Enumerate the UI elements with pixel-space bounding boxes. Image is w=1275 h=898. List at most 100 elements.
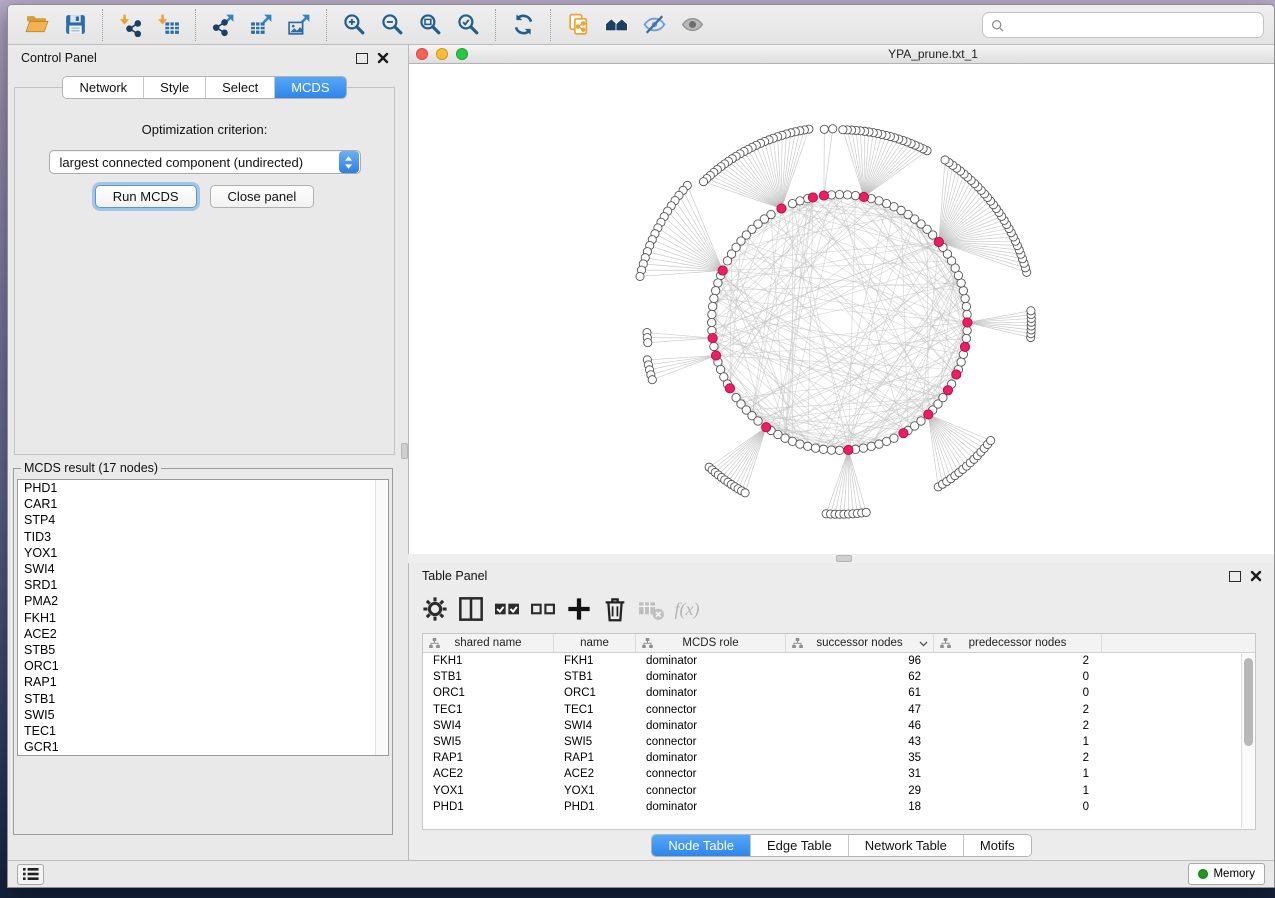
horizontal-splitter[interactable] (408, 554, 1274, 563)
column-header-shared-name[interactable]: shared name (423, 634, 554, 652)
column-header-successor-nodes[interactable]: successor nodes (786, 634, 934, 652)
close-panel-icon[interactable] (377, 52, 389, 64)
table-mode-gear-icon[interactable] (419, 594, 451, 624)
cell-shared-name: TEC1 (423, 704, 554, 716)
tab-mcds[interactable]: MCDS (274, 77, 345, 98)
close-panel-button[interactable]: Close panel (210, 185, 315, 208)
column-header-name[interactable]: name (554, 634, 636, 652)
cell-shared-name: FKH1 (423, 655, 554, 667)
table-row[interactable]: SWI5SWI5connector431 (423, 734, 1255, 750)
hide-selected-icon[interactable] (637, 9, 671, 41)
new-network-from-selection-icon[interactable] (561, 9, 595, 41)
save-session-icon[interactable] (58, 9, 92, 41)
mcds-result-item[interactable]: FKH1 (18, 610, 388, 626)
import-network-icon[interactable] (113, 9, 147, 41)
create-column-icon[interactable] (563, 594, 595, 624)
close-panel-icon[interactable] (1250, 570, 1262, 582)
table-row[interactable]: YOX1YOX1connector291 (423, 783, 1255, 799)
deselect-all-rows-icon[interactable] (527, 594, 559, 624)
window-minimize-icon[interactable] (436, 48, 448, 60)
tab-edge-table[interactable]: Edge Table (750, 835, 848, 856)
cell-shared-name: SWI4 (423, 720, 554, 732)
search-input[interactable] (982, 12, 1264, 38)
export-image-icon[interactable] (282, 9, 316, 41)
cell-shared-name: RAP1 (423, 752, 554, 764)
tab-network-table[interactable]: Network Table (848, 835, 963, 856)
table-row[interactable]: ORC1ORC1dominator610 (423, 685, 1255, 701)
run-mcds-button[interactable]: Run MCDS (95, 185, 197, 208)
cell-predecessor-nodes: 1 (934, 768, 1102, 780)
zoom-out-icon[interactable] (375, 9, 409, 41)
splitter-grip-icon[interactable] (401, 443, 408, 459)
toolbar-separator (550, 9, 551, 41)
table-row[interactable]: STB1STB1dominator620 (423, 669, 1255, 685)
toolbar-icons (18, 9, 711, 41)
cell-name: SWI5 (554, 736, 636, 748)
delete-selected-icon[interactable] (599, 594, 631, 624)
table-row[interactable]: ACE2ACE2connector311 (423, 766, 1255, 782)
float-panel-icon[interactable] (356, 53, 368, 64)
table-row[interactable]: PHD1PHD1dominator180 (423, 799, 1255, 815)
mcds-result-item[interactable]: STB1 (18, 691, 388, 707)
cell-predecessor-nodes: 0 (934, 687, 1102, 699)
control-panel: Control Panel NetworkStyleSelectMCDS Opt… (8, 45, 401, 860)
show-all-icon[interactable] (675, 9, 709, 41)
show-columns-icon[interactable] (455, 594, 487, 624)
mcds-result-item[interactable]: GCR1 (18, 739, 388, 755)
open-file-icon[interactable] (20, 9, 54, 41)
mcds-result-item[interactable]: ORC1 (18, 658, 388, 674)
mcds-result-item[interactable]: STB5 (18, 642, 388, 658)
scrollbar-thumb[interactable] (1244, 658, 1253, 746)
cell-predecessor-nodes: 2 (934, 752, 1102, 764)
select-all-rows-icon[interactable] (491, 594, 523, 624)
table-row[interactable]: TEC1TEC1connector472 (423, 702, 1255, 718)
refresh-icon[interactable] (506, 9, 540, 41)
float-panel-icon[interactable] (1229, 571, 1241, 582)
mcds-result-item[interactable]: TID3 (18, 529, 388, 545)
main-toolbar (8, 5, 1274, 45)
function-builder-icon: f(x) (671, 594, 703, 624)
first-neighbors-icon[interactable] (599, 9, 633, 41)
mcds-result-item[interactable]: ACE2 (18, 626, 388, 642)
optimization-criterion-select[interactable]: largest connected component (undirected) (49, 150, 361, 174)
mcds-result-item[interactable]: PMA2 (18, 593, 388, 609)
cell-MCDS-role: dominator (636, 655, 786, 667)
tab-node-table[interactable]: Node Table (652, 835, 750, 856)
table-row[interactable]: SWI4SWI4dominator462 (423, 718, 1255, 734)
mcds-result-item[interactable]: SRD1 (18, 577, 388, 593)
network-titlebar: YPA_prune.txt_1 (409, 45, 1274, 64)
splitter-grip-icon[interactable] (836, 555, 852, 562)
network-canvas[interactable] (409, 64, 1274, 554)
tab-style[interactable]: Style (143, 77, 205, 98)
mcds-result-item[interactable]: PHD1 (18, 480, 388, 496)
memory-button[interactable]: Memory (1188, 863, 1265, 885)
zoom-selected-icon[interactable] (451, 9, 485, 41)
tab-select[interactable]: Select (205, 77, 274, 98)
column-header-MCDS-role[interactable]: MCDS role (636, 634, 786, 652)
toolbar-separator (495, 9, 496, 41)
table-scrollbar[interactable] (1241, 654, 1255, 828)
export-network-icon[interactable] (206, 9, 240, 41)
zoom-fit-icon[interactable] (413, 9, 447, 41)
zoom-in-icon[interactable] (337, 9, 371, 41)
table-row[interactable]: RAP1RAP1dominator352 (423, 750, 1255, 766)
mcds-result-item[interactable]: SWI5 (18, 707, 388, 723)
table-row[interactable]: FKH1FKH1dominator962 (423, 653, 1255, 669)
tab-network[interactable]: Network (63, 77, 143, 98)
window-close-icon[interactable] (416, 48, 428, 60)
window-zoom-icon[interactable] (456, 48, 468, 60)
mcds-result-item[interactable]: RAP1 (18, 674, 388, 690)
export-table-icon[interactable] (244, 9, 278, 41)
import-table-icon[interactable] (151, 9, 185, 41)
task-history-button[interactable] (17, 864, 44, 885)
list-icon (23, 867, 39, 881)
mcds-result-item[interactable]: SWI4 (18, 561, 388, 577)
vertical-splitter[interactable] (401, 45, 408, 860)
column-header-predecessor-nodes[interactable]: predecessor nodes (934, 634, 1102, 652)
mcds-list-scrollbar[interactable] (375, 480, 388, 755)
mcds-result-item[interactable]: CAR1 (18, 496, 388, 512)
mcds-result-item[interactable]: TEC1 (18, 723, 388, 739)
mcds-result-item[interactable]: STP4 (18, 512, 388, 528)
tab-motifs[interactable]: Motifs (963, 835, 1031, 856)
mcds-result-item[interactable]: YOX1 (18, 545, 388, 561)
